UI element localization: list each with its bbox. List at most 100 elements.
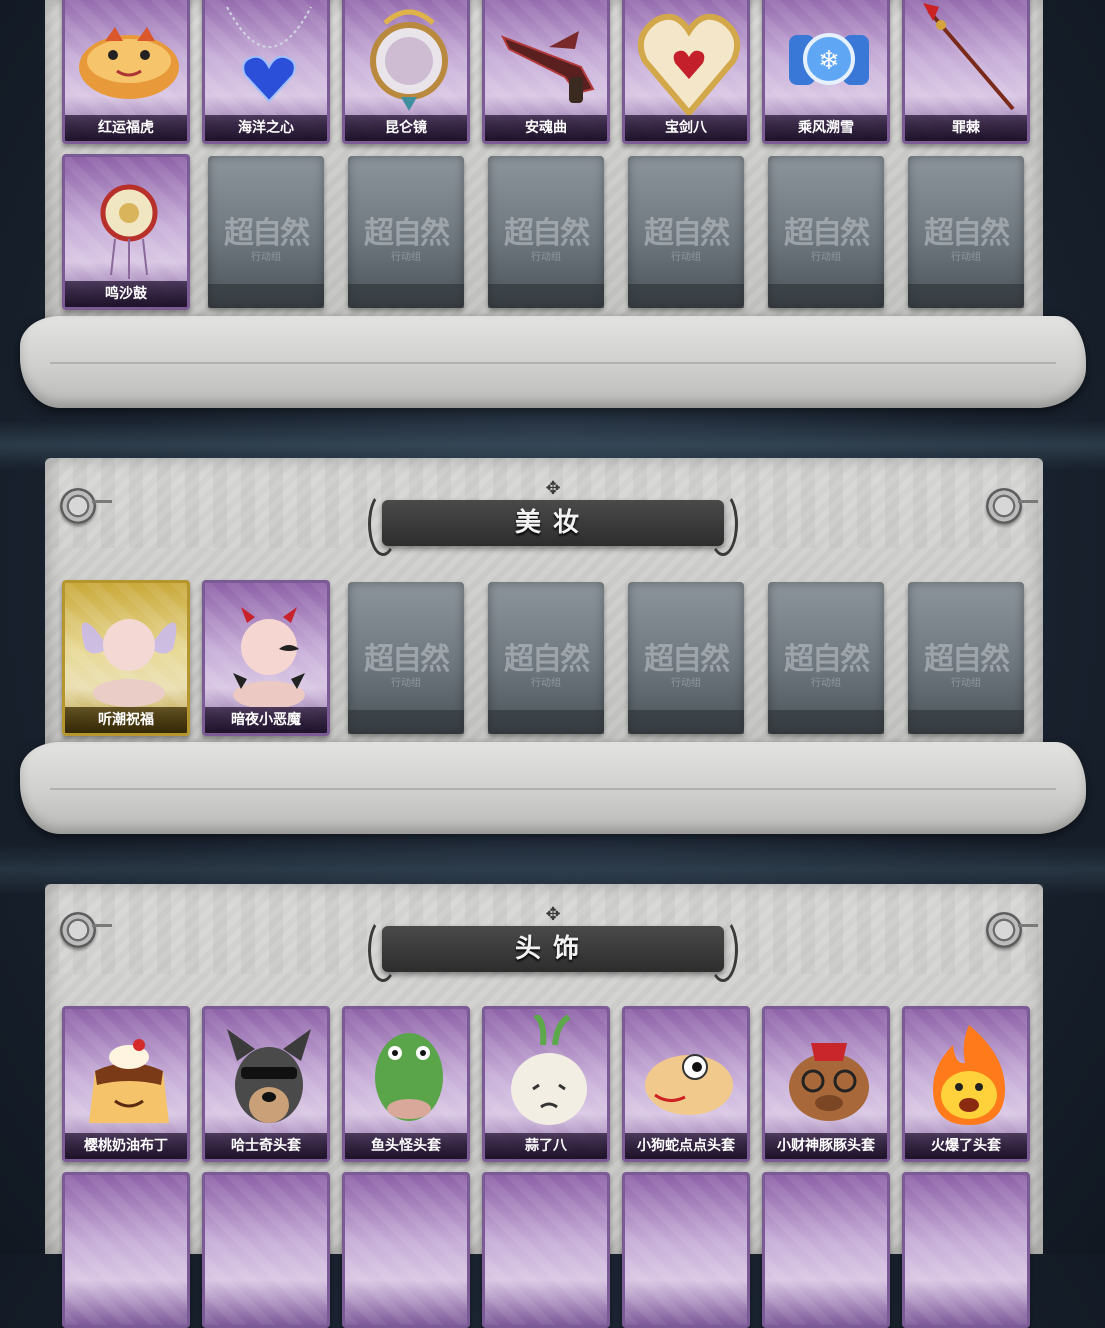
watermark-logo: 超自然 [504, 642, 590, 677]
scroll-divider [20, 316, 1086, 408]
empty-slot: 超自然 行动组 [488, 582, 604, 734]
husky-head-icon [205, 1015, 327, 1133]
tiger-plush-icon [65, 0, 187, 115]
item-card-label: 鱼头怪头套 [345, 1133, 467, 1159]
scroll-divider [20, 742, 1086, 834]
item-card-label: 红运福虎 [65, 115, 187, 141]
empty-slot: 超自然 行动组 [768, 582, 884, 734]
ornate-mirror-icon [345, 0, 467, 115]
item-card[interactable]: 安魂曲 [482, 0, 610, 144]
item-card-label: 海洋之心 [205, 115, 327, 141]
fire-head-icon [905, 1015, 1027, 1133]
medallion-icon [986, 488, 1038, 524]
item-card-label: 樱桃奶油布丁 [65, 1133, 187, 1159]
fish-head-icon [345, 1015, 467, 1133]
item-card[interactable] [622, 1172, 750, 1328]
item-card-label: 听潮祝福 [65, 707, 187, 733]
fairy-wings-head-icon [65, 589, 187, 707]
item-card-label: 安魂曲 [485, 115, 607, 141]
svg-text:❄: ❄ [818, 46, 840, 76]
watermark-logo: 超自然 [364, 216, 450, 251]
watermark-subtitle: 行动组 [951, 252, 981, 263]
empty-slot: 超自然 行动组 [628, 582, 744, 734]
section-title: 头饰 [514, 934, 591, 964]
snake-head-icon [625, 1015, 747, 1133]
watermark-subtitle: 行动组 [391, 252, 421, 263]
watermark-subtitle: 行动组 [251, 252, 281, 263]
item-card[interactable]: 罪棘 [902, 0, 1030, 144]
empty-slot: 超自然 行动组 [488, 156, 604, 308]
heart-shield-icon [625, 0, 747, 118]
item-card[interactable]: 暗夜小恶魔 [202, 580, 330, 736]
item-card-label: 小财神豚豚头套 [765, 1133, 887, 1159]
item-card[interactable] [762, 1172, 890, 1328]
watermark-subtitle: 行动组 [671, 678, 701, 689]
section-banner-headwear: ✥ 头饰 [368, 906, 738, 982]
watermark-subtitle: 行动组 [671, 252, 701, 263]
item-card[interactable]: 鱼头怪头套 [342, 1006, 470, 1162]
item-card-label: 乘风溯雪 [765, 115, 887, 141]
item-card[interactable]: 海洋之心 [202, 0, 330, 144]
snow-lantern-icon: ❄ [765, 0, 887, 115]
spear-icon [905, 0, 1027, 115]
item-card[interactable]: 樱桃奶油布丁 [62, 1006, 190, 1162]
watermark-subtitle: 行动组 [391, 678, 421, 689]
item-card-label: 哈士奇头套 [205, 1133, 327, 1159]
item-card-label: 蒜了八 [485, 1133, 607, 1159]
watermark-subtitle: 行动组 [811, 252, 841, 263]
item-card[interactable] [202, 1172, 330, 1328]
item-card[interactable] [902, 1172, 1030, 1328]
dreamcatcher-drum-icon [65, 163, 187, 281]
item-card[interactable]: 哈士奇头套 [202, 1006, 330, 1162]
section-banner-makeup: ✥ 美妆 [368, 480, 738, 556]
watermark-logo: 超自然 [784, 216, 870, 251]
fleur-ornament-icon: ✥ [545, 904, 561, 925]
item-card[interactable]: 宝剑八 [622, 0, 750, 144]
winged-pistol-icon [485, 0, 607, 115]
watermark-logo: 超自然 [924, 216, 1010, 251]
item-card[interactable] [482, 1172, 610, 1328]
empty-slot: 超自然 行动组 [208, 156, 324, 308]
heart-necklace-icon [205, 0, 327, 115]
watermark-logo: 超自然 [644, 642, 730, 677]
item-card[interactable]: 听潮祝福 [62, 580, 190, 736]
item-card-label: 鸣沙鼓 [65, 281, 187, 307]
item-card-label: 罪棘 [905, 115, 1027, 141]
watermark-logo: 超自然 [924, 642, 1010, 677]
watermark-subtitle: 行动组 [531, 678, 561, 689]
item-card[interactable]: 小财神豚豚头套 [762, 1006, 890, 1162]
medallion-icon [60, 912, 112, 948]
item-card-label: 小狗蛇点点头套 [625, 1133, 747, 1159]
item-card[interactable]: 红运福虎 [62, 0, 190, 144]
watermark-subtitle: 行动组 [951, 678, 981, 689]
item-card[interactable]: 昆仑镜 [342, 0, 470, 144]
item-card-label: 火爆了头套 [905, 1133, 1027, 1159]
capybara-head-icon [765, 1015, 887, 1133]
pudding-head-icon [65, 1015, 187, 1133]
watermark-logo: 超自然 [224, 216, 310, 251]
item-card[interactable]: 火爆了头套 [902, 1006, 1030, 1162]
watermark-logo: 超自然 [644, 216, 730, 251]
section-title: 美妆 [514, 508, 591, 538]
devil-horns-head-icon [205, 589, 327, 709]
item-card-label: 宝剑八 [625, 115, 747, 141]
item-card[interactable] [62, 1172, 190, 1328]
empty-slot: 超自然 行动组 [768, 156, 884, 308]
empty-slot: 超自然 行动组 [348, 156, 464, 308]
watermark-subtitle: 行动组 [531, 252, 561, 263]
medallion-icon [986, 912, 1038, 948]
fleur-ornament-icon: ✥ [545, 478, 561, 499]
empty-slot: 超自然 行动组 [908, 582, 1024, 734]
item-card[interactable]: ❄ 乘风溯雪 [762, 0, 890, 144]
item-card-label: 昆仑镜 [345, 115, 467, 141]
item-card[interactable] [342, 1172, 470, 1328]
item-card[interactable]: 蒜了八 [482, 1006, 610, 1162]
watermark-logo: 超自然 [364, 642, 450, 677]
item-card[interactable]: 小狗蛇点点头套 [622, 1006, 750, 1162]
garlic-head-icon [485, 1012, 607, 1133]
watermark-logo: 超自然 [504, 216, 590, 251]
watermark-subtitle: 行动组 [811, 678, 841, 689]
item-card[interactable]: 鸣沙鼓 [62, 154, 190, 310]
medallion-icon [60, 488, 112, 524]
empty-slot: 超自然 行动组 [908, 156, 1024, 308]
